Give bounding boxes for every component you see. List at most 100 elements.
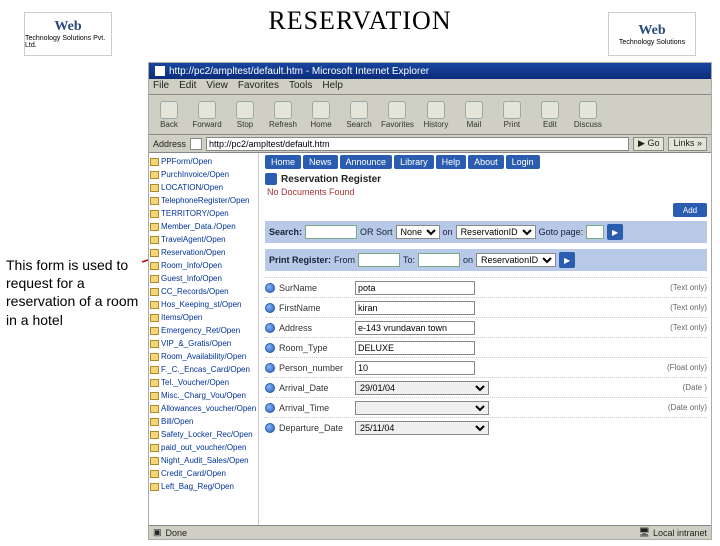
menu-view[interactable]: View: [206, 80, 228, 93]
folder-icon: [150, 405, 159, 413]
main-panel: HomeNewsAnnounceLibraryHelpAboutLogin Re…: [259, 153, 711, 525]
tool-history[interactable]: History: [420, 101, 452, 129]
field-input[interactable]: [355, 361, 475, 375]
add-button[interactable]: Add: [673, 203, 707, 217]
tool-search[interactable]: Search: [343, 101, 375, 129]
menu-favorites[interactable]: Favorites: [238, 80, 279, 93]
field-hint: (Text only): [670, 323, 707, 332]
bullet-icon: [265, 303, 275, 313]
sidebar-item[interactable]: PPForm/Open: [150, 155, 257, 168]
folder-icon: [150, 327, 159, 335]
sidebar-item[interactable]: Reservation/Open: [150, 246, 257, 259]
menu-help[interactable]: Help: [322, 80, 343, 93]
folder-icon: [150, 158, 159, 166]
zone-icon: 🖥: [639, 527, 650, 538]
home-icon: [312, 101, 330, 119]
sidebar-item[interactable]: Misc._Charg_Vou/Open: [150, 389, 257, 402]
logo-right: WebTechnology Solutions: [608, 12, 696, 56]
links-button[interactable]: Links »: [668, 137, 707, 151]
folder-icon: [150, 314, 159, 322]
field-select[interactable]: [355, 401, 489, 415]
menu-file[interactable]: File: [153, 80, 169, 93]
tool-forward[interactable]: Forward: [191, 101, 223, 129]
tool-mail[interactable]: Mail: [458, 101, 490, 129]
field-hint: (Float only): [667, 363, 707, 372]
tool-edit[interactable]: Edit: [534, 101, 566, 129]
sidebar-item[interactable]: Emergency_Ret/Open: [150, 324, 257, 337]
tool-stop[interactable]: Stop: [229, 101, 261, 129]
tab-home[interactable]: Home: [265, 155, 301, 169]
status-text-icon: ▣: [153, 527, 162, 538]
sidebar-item[interactable]: Night_Audit_Sales/Open: [150, 454, 257, 467]
sidebar-item[interactable]: TelephoneRegister/Open: [150, 194, 257, 207]
tool-refresh[interactable]: Refresh: [267, 101, 299, 129]
tool-home[interactable]: Home: [305, 101, 337, 129]
field-select[interactable]: 29/01/04: [355, 381, 489, 395]
folder-icon: [150, 184, 159, 192]
address-input[interactable]: [206, 137, 629, 151]
folder-icon: [150, 197, 159, 205]
field-input[interactable]: [355, 341, 475, 355]
tool-print[interactable]: Print: [496, 101, 528, 129]
sort-on-select[interactable]: ReservationID: [456, 225, 536, 239]
sidebar-item[interactable]: VIP_&_Gratis/Open: [150, 337, 257, 350]
field-input[interactable]: [355, 321, 475, 335]
sidebar-item[interactable]: Member_Data./Open: [150, 220, 257, 233]
goto-page-input[interactable]: [586, 225, 604, 239]
sidebar-item[interactable]: Room_Info/Open: [150, 259, 257, 272]
print-on-select[interactable]: ReservationID: [476, 253, 556, 267]
bullet-icon: [265, 403, 275, 413]
folder-icon: [150, 366, 159, 374]
tab-announce[interactable]: Announce: [340, 155, 393, 169]
sidebar-item[interactable]: Allowances_voucher/Open: [150, 402, 257, 415]
tool-back[interactable]: Back: [153, 101, 185, 129]
field-input[interactable]: [355, 281, 475, 295]
print-to-input[interactable]: [418, 253, 460, 267]
field-label: Departure_Date: [279, 423, 351, 433]
favorites-icon: [388, 101, 406, 119]
menubar: File Edit View Favorites Tools Help: [149, 79, 711, 95]
menu-tools[interactable]: Tools: [289, 80, 312, 93]
sidebar-item[interactable]: Credit_Card/Open: [150, 467, 257, 480]
tab-about[interactable]: About: [468, 155, 504, 169]
menu-edit[interactable]: Edit: [179, 80, 196, 93]
sidebar-item[interactable]: F._C._Encas_Card/Open: [150, 363, 257, 376]
field-select[interactable]: 25/11/04: [355, 421, 489, 435]
refresh-icon: [274, 101, 292, 119]
sidebar-item[interactable]: TravelAgent/Open: [150, 233, 257, 246]
toolbar: BackForwardStopRefreshHomeSearchFavorite…: [149, 95, 711, 135]
screenshot-window: http://pc2/ampltest/default.htm - Micros…: [148, 62, 712, 540]
sidebar-item[interactable]: Room_Availability/Open: [150, 350, 257, 363]
sidebar-item[interactable]: Bill/Open: [150, 415, 257, 428]
field-label: Arrival_Date: [279, 383, 351, 393]
sort-select[interactable]: None: [396, 225, 440, 239]
tool-favorites[interactable]: Favorites: [381, 101, 414, 129]
print-from-input[interactable]: [358, 253, 400, 267]
tab-library[interactable]: Library: [394, 155, 434, 169]
sidebar-item[interactable]: Items/Open: [150, 311, 257, 324]
sidebar-item[interactable]: Hos_Keeping_st/Open: [150, 298, 257, 311]
search-input[interactable]: [305, 225, 357, 239]
tab-login[interactable]: Login: [506, 155, 540, 169]
print-go-button[interactable]: ▶: [559, 252, 575, 268]
search-label: Search:: [269, 227, 302, 237]
tab-help[interactable]: Help: [436, 155, 467, 169]
go-button[interactable]: ▶ Go: [633, 137, 664, 151]
sidebar-item[interactable]: paid_out_voucher/Open: [150, 441, 257, 454]
field-input[interactable]: [355, 301, 475, 315]
sidebar-item[interactable]: Left_Bag_Reg/Open: [150, 480, 257, 493]
tab-news[interactable]: News: [303, 155, 338, 169]
sidebar-item[interactable]: Guest_Info/Open: [150, 272, 257, 285]
field-row: FirstName(Text only): [265, 297, 707, 317]
folder-icon: [150, 236, 159, 244]
tool-discuss[interactable]: Discuss: [572, 101, 604, 129]
search-go-button[interactable]: ▶: [607, 224, 623, 240]
folder-icon: [150, 483, 159, 491]
folder-icon: [150, 379, 159, 387]
sidebar-item[interactable]: Safety_Locker_Rec/Open: [150, 428, 257, 441]
sidebar-item[interactable]: LOCATION/Open: [150, 181, 257, 194]
sidebar-item[interactable]: CC_Records/Open: [150, 285, 257, 298]
sidebar-item[interactable]: TERRITORY/Open: [150, 207, 257, 220]
sidebar-item[interactable]: Tel._Voucher/Open: [150, 376, 257, 389]
sidebar-item[interactable]: PurchInvoice/Open: [150, 168, 257, 181]
